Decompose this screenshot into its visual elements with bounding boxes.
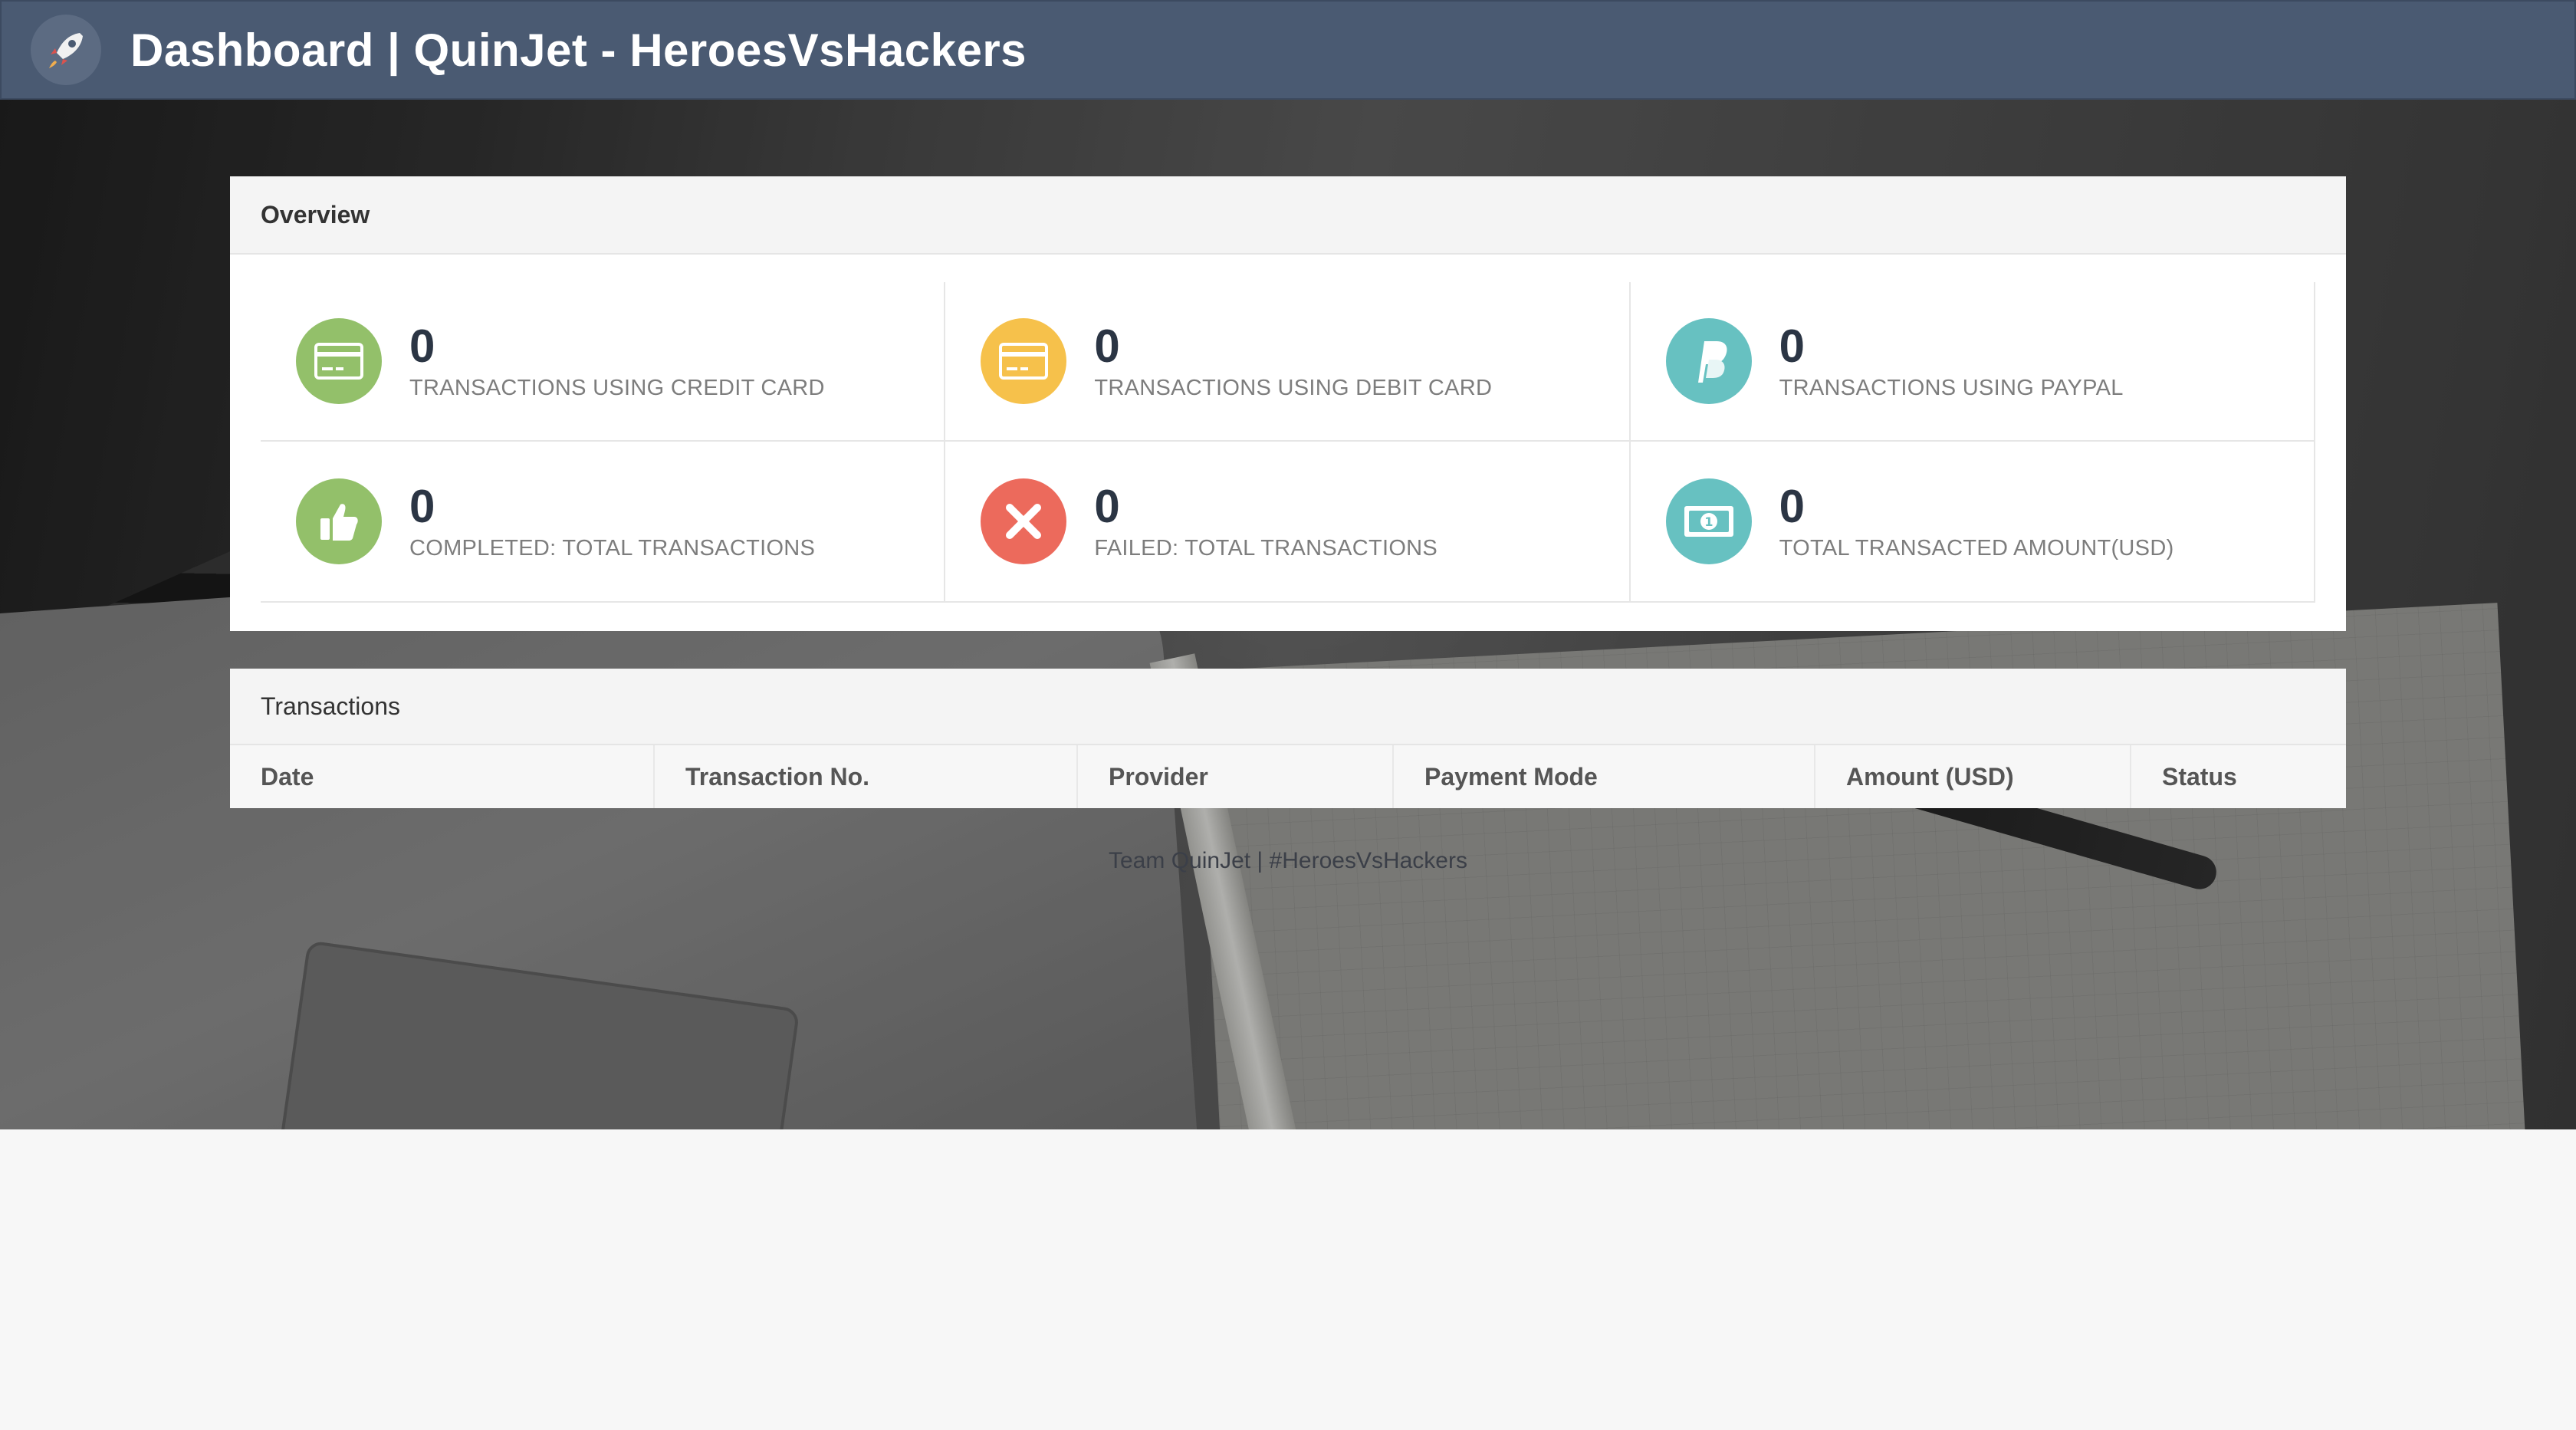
footer-text: Team QuinJet | #HeroesVsHackers — [1109, 848, 1467, 873]
column-header-transaction-no[interactable]: Transaction No. — [655, 745, 1078, 808]
app-title: Dashboard | QuinJet - HeroesVsHackers — [130, 24, 1027, 76]
credit-card-icon — [296, 318, 382, 404]
column-header-payment-mode[interactable]: Payment Mode — [1394, 745, 1815, 808]
total-amount-value: 0 — [1779, 480, 1806, 532]
stat-completed: 0 COMPLETED: TOTAL TRANSACTIONS — [261, 442, 946, 601]
failed-count: 0 — [1094, 480, 1120, 532]
total-amount-label: TOTAL TRANSACTED AMOUNT(USD) — [1779, 535, 2174, 560]
stat-failed: 0 FAILED: TOTAL TRANSACTIONS — [945, 442, 1631, 601]
money-icon: 1 — [1665, 478, 1752, 564]
transactions-panel: Transactions Date Transaction No. Provid… — [230, 669, 2346, 808]
column-header-provider[interactable]: Provider — [1078, 745, 1394, 808]
credit-card-count: 0 — [409, 320, 435, 372]
stat-paypal: 0 TRANSACTIONS USING PAYPAL — [1630, 282, 2315, 442]
top-navbar: Dashboard | QuinJet - HeroesVsHackers — [0, 0, 2576, 100]
transactions-title: Transactions — [230, 669, 2346, 745]
overview-title: Overview — [230, 176, 2346, 255]
credit-card-label: TRANSACTIONS USING CREDIT CARD — [409, 375, 825, 400]
paypal-label: TRANSACTIONS USING PAYPAL — [1779, 375, 2124, 400]
completed-count: 0 — [409, 480, 435, 532]
debit-card-label: TRANSACTIONS USING DEBIT CARD — [1094, 375, 1493, 400]
stat-credit-card: 0 TRANSACTIONS USING CREDIT CARD — [261, 282, 946, 442]
transactions-table-header: Date Transaction No. Provider Payment Mo… — [230, 745, 2346, 808]
paypal-count: 0 — [1779, 320, 1806, 372]
svg-text:1: 1 — [1704, 514, 1713, 529]
debit-card-count: 0 — [1094, 320, 1120, 372]
overview-panel: Overview 0 TRANSACTIONS USING CREDIT CAR… — [230, 176, 2346, 631]
failed-label: FAILED: TOTAL TRANSACTIONS — [1094, 535, 1438, 560]
stat-total-amount: 1 0 TOTAL TRANSACTED AMOUNT(USD) — [1631, 442, 2315, 601]
column-header-amount[interactable]: Amount (USD) — [1815, 745, 2131, 808]
debit-card-icon — [981, 318, 1067, 404]
stats-grid: 0 TRANSACTIONS USING CREDIT CARD 0 TRANS… — [261, 282, 2315, 603]
completed-label: COMPLETED: TOTAL TRANSACTIONS — [409, 535, 816, 560]
close-icon — [981, 478, 1067, 564]
stat-debit-card: 0 TRANSACTIONS USING DEBIT CARD — [945, 282, 1631, 442]
rocket-icon[interactable] — [31, 15, 101, 85]
paypal-icon — [1665, 318, 1752, 404]
column-header-status[interactable]: Status — [2131, 745, 2346, 808]
thumbs-up-icon — [296, 478, 382, 564]
column-header-date[interactable]: Date — [230, 745, 655, 808]
